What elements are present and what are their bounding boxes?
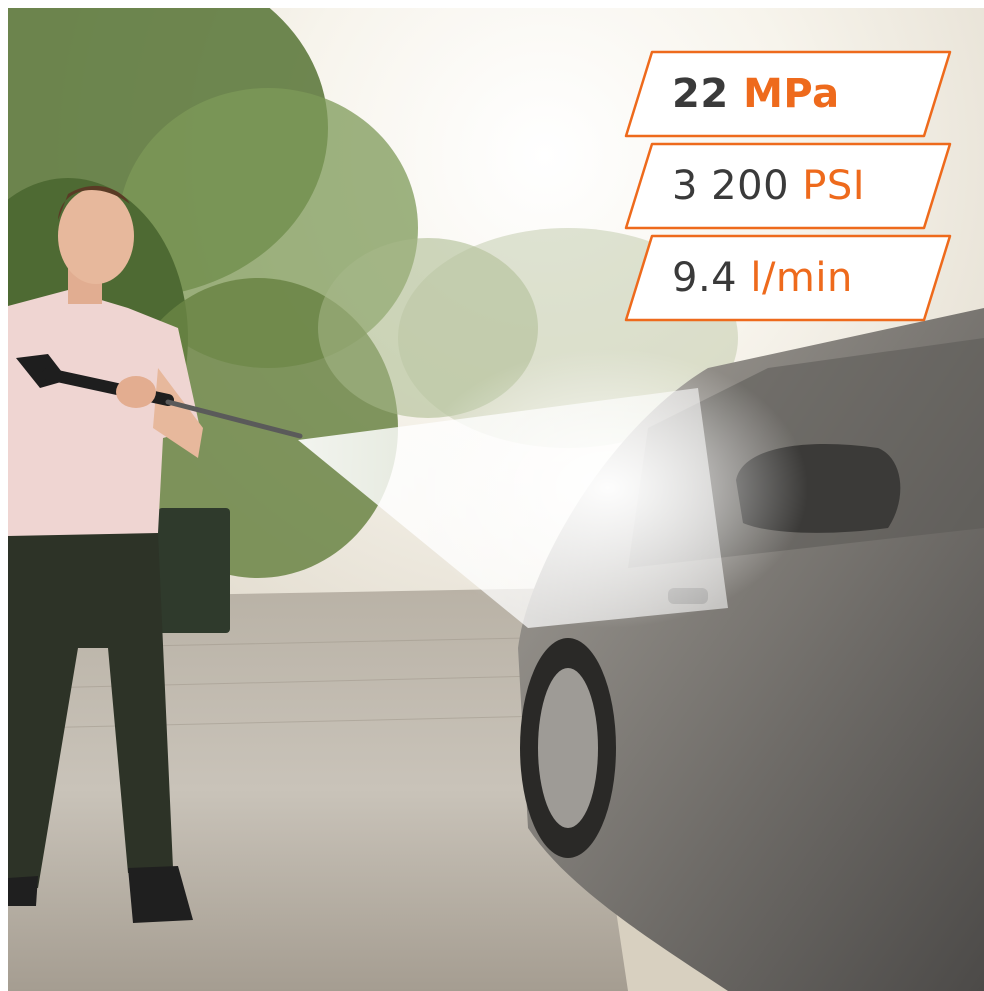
spec-psi-value: 3 200 xyxy=(672,163,790,209)
spec-pressure-unit: MPa xyxy=(743,71,840,117)
spec-psi-unit: PSI xyxy=(802,163,866,209)
product-image: 22 MPa 3 200 PSI 9.4 l/min xyxy=(8,8,984,991)
spec-psi-text: 3 200 PSI xyxy=(672,142,865,230)
spec-flow-unit: l/min xyxy=(750,255,853,301)
spec-flow-text: 9.4 l/min xyxy=(672,234,853,322)
spec-badge-pressure-mpa: 22 MPa xyxy=(624,50,952,138)
spec-badge-pressure-psi: 3 200 PSI xyxy=(624,142,952,230)
spec-badge-flow-rate: 9.4 l/min xyxy=(624,234,952,322)
spec-flow-value: 9.4 xyxy=(672,255,738,301)
spec-pressure-text: 22 MPa xyxy=(672,50,840,138)
spec-pressure-value: 22 xyxy=(672,71,729,117)
